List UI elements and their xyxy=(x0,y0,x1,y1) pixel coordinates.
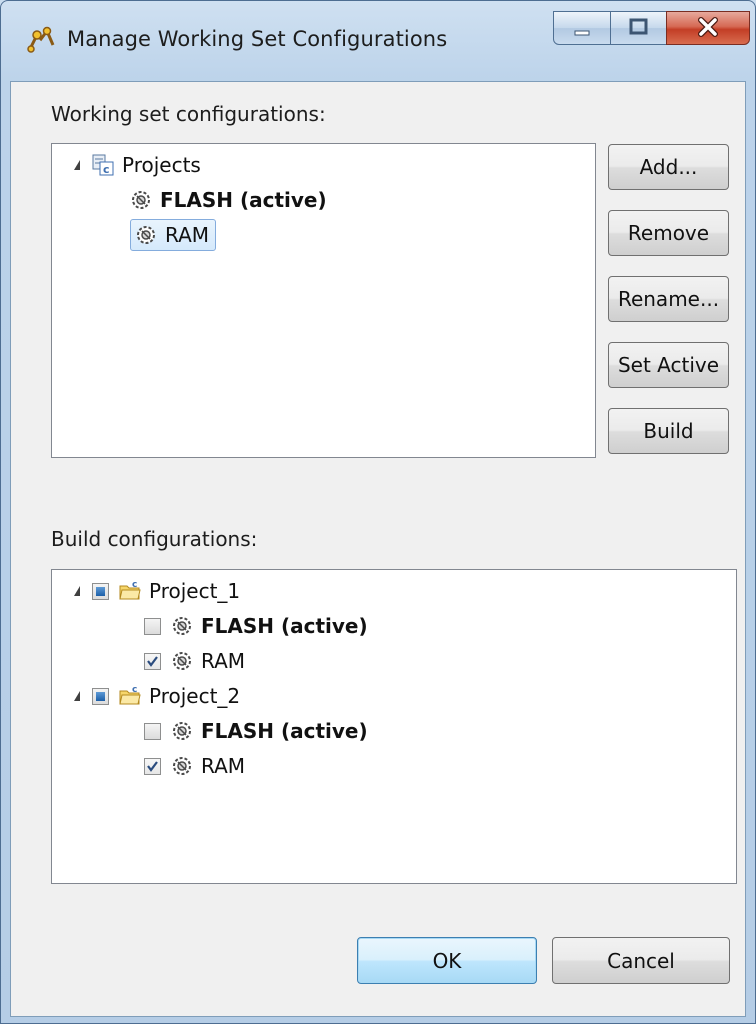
build-button[interactable]: Build xyxy=(608,408,729,454)
ok-button[interactable]: OK xyxy=(357,937,537,984)
config-row[interactable]: RAM xyxy=(144,645,245,677)
gear-config-icon xyxy=(173,722,191,740)
title-bar[interactable]: Manage Working Set Configurations xyxy=(1,1,755,81)
gear-config-icon xyxy=(137,226,155,244)
expand-arrow-icon[interactable] xyxy=(74,586,80,596)
window-title: Manage Working Set Configurations xyxy=(67,27,448,51)
working-set-label: Working set configurations: xyxy=(51,102,326,126)
close-icon xyxy=(698,17,718,37)
dialog-body: Working set configurations: c Projects F… xyxy=(10,81,746,1017)
build-config-label: Build configurations: xyxy=(51,527,258,551)
gear-config-icon xyxy=(173,757,191,775)
expand-arrow-icon[interactable] xyxy=(74,160,80,170)
svg-text:c: c xyxy=(103,163,110,176)
tristate-checkbox[interactable] xyxy=(92,687,109,705)
gear-config-icon xyxy=(173,652,191,670)
rename-button[interactable]: Rename... xyxy=(608,276,729,322)
minimize-button[interactable] xyxy=(553,11,611,45)
config-checkbox[interactable] xyxy=(144,617,161,635)
config-row[interactable]: FLASH (active) xyxy=(144,610,368,642)
projects-icon: c xyxy=(92,154,114,176)
config-row[interactable]: RAM xyxy=(144,750,245,782)
cancel-button[interactable]: Cancel xyxy=(552,937,730,984)
remove-button[interactable]: Remove xyxy=(608,210,729,256)
project-name: Project_2 xyxy=(149,684,241,708)
svg-text:c: c xyxy=(132,580,137,590)
project-name: Project_1 xyxy=(149,579,241,603)
gear-config-icon xyxy=(173,617,191,635)
set-active-button[interactable]: Set Active xyxy=(608,342,729,388)
tree-node-project[interactable]: c Project_2 xyxy=(74,680,240,712)
working-set-tree[interactable]: c Projects FLASH (active) RAM xyxy=(51,143,596,458)
tree-node-projects[interactable]: c Projects xyxy=(74,149,201,181)
tree-node-label: Projects xyxy=(122,153,201,177)
config-checkbox[interactable] xyxy=(144,722,161,740)
close-button[interactable] xyxy=(666,11,750,45)
add-button[interactable]: Add... xyxy=(608,144,729,190)
config-checkbox[interactable] xyxy=(144,757,161,775)
config-label: RAM xyxy=(201,649,246,673)
workingset-icon xyxy=(27,26,55,53)
tree-node-project[interactable]: c Project_1 xyxy=(74,575,240,607)
config-label: FLASH (active) xyxy=(160,188,327,212)
gear-config-icon xyxy=(132,191,150,209)
build-config-tree[interactable]: c Project_1 FLASH (active) RAM c Project… xyxy=(51,569,737,884)
tree-item-flash[interactable]: FLASH (active) xyxy=(130,184,327,216)
svg-text:c: c xyxy=(132,685,137,695)
config-checkbox[interactable] xyxy=(144,652,161,670)
dialog-window: Manage Working Set Configurations Workin… xyxy=(0,0,756,1024)
config-label: FLASH (active) xyxy=(201,614,368,638)
minimize-icon xyxy=(574,30,590,36)
checkmark-icon xyxy=(147,760,158,772)
c-project-folder-icon: c xyxy=(119,580,141,600)
c-project-folder-icon: c xyxy=(119,685,141,705)
tristate-checkbox[interactable] xyxy=(92,582,109,600)
maximize-icon xyxy=(629,18,648,35)
config-label: RAM xyxy=(165,223,210,247)
maximize-button[interactable] xyxy=(610,11,667,45)
tree-item-ram[interactable]: RAM xyxy=(130,219,217,251)
config-label: RAM xyxy=(201,754,246,778)
expand-arrow-icon[interactable] xyxy=(74,691,80,701)
config-row[interactable]: FLASH (active) xyxy=(144,715,368,747)
checkmark-icon xyxy=(147,655,158,667)
config-label: FLASH (active) xyxy=(201,719,368,743)
